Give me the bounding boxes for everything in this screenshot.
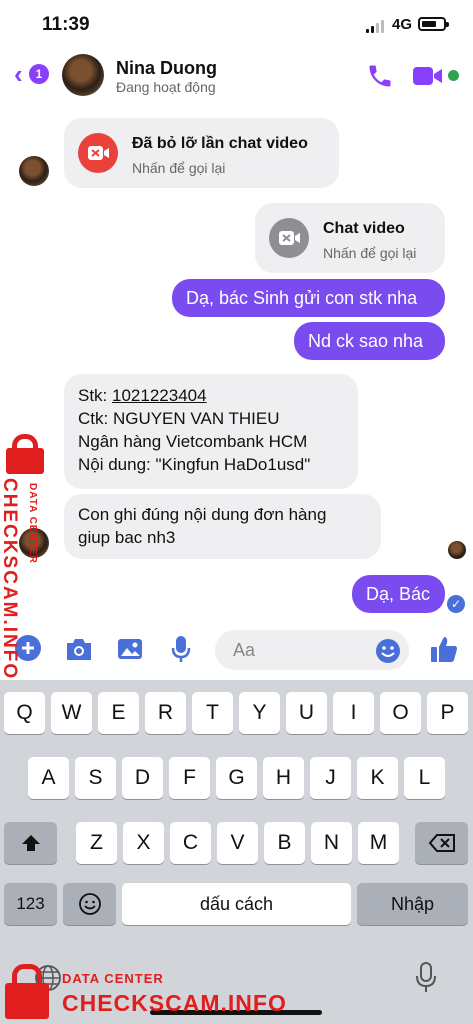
call-subtitle: Nhấn để gọi lại	[132, 160, 226, 176]
call-title: Đã bỏ lỡ lần chat video	[132, 135, 308, 152]
numbers-key[interactable]: 123	[4, 883, 57, 925]
key-b[interactable]: B	[264, 822, 305, 864]
gallery-icon[interactable]	[116, 636, 144, 662]
unread-badge[interactable]: 1	[29, 64, 49, 84]
missed-call-bubble[interactable]: Đã bỏ lỡ lần chat video Nhấn để gọi lại	[64, 118, 339, 188]
key-a[interactable]: A	[28, 757, 69, 799]
key-m[interactable]: M	[358, 822, 399, 864]
message-input-placeholder: Aa	[233, 640, 256, 660]
key-n[interactable]: N	[311, 822, 352, 864]
status-bar: 11:39 4G	[0, 0, 473, 50]
backspace-icon	[428, 834, 455, 853]
watermark-lock-body	[5, 983, 49, 1019]
contact-name[interactable]: Nina Duong	[116, 58, 217, 79]
stk-label: Stk:	[78, 386, 113, 405]
watermark-bottom-small: DATA CENTER	[62, 971, 164, 986]
key-r[interactable]: R	[145, 692, 186, 734]
key-k[interactable]: K	[357, 757, 398, 799]
key-z[interactable]: Z	[76, 822, 117, 864]
message-line: Con ghi đúng nội dung đơn hàng	[78, 505, 327, 524]
battery-icon	[418, 17, 449, 31]
key-h[interactable]: H	[263, 757, 304, 799]
cellular-signal-icon	[366, 19, 386, 33]
video-call-bubble[interactable]: Chat video Nhấn để gọi lại	[255, 203, 445, 273]
shift-key[interactable]	[4, 822, 57, 864]
return-key[interactable]: Nhập	[357, 883, 468, 925]
account-number-link[interactable]: 1021223404	[112, 386, 207, 405]
key-v[interactable]: V	[217, 822, 258, 864]
shift-icon	[21, 835, 40, 852]
camera-icon[interactable]	[64, 636, 94, 662]
dictation-mic-icon[interactable]	[414, 961, 438, 995]
incoming-message[interactable]: Con ghi đúng nội dung đơn hàng giup bac …	[64, 494, 381, 559]
key-w[interactable]: W	[51, 692, 92, 734]
video-camera-icon[interactable]	[412, 64, 444, 88]
microphone-icon[interactable]	[170, 634, 192, 664]
key-d[interactable]: D	[122, 757, 163, 799]
key-f[interactable]: F	[169, 757, 210, 799]
backspace-key[interactable]	[415, 822, 468, 864]
space-key[interactable]: dấu cách	[122, 883, 351, 925]
watermark-vertical: CHECKSCAM.INFO	[0, 478, 20, 681]
status-time: 11:39	[42, 14, 90, 35]
back-chevron-icon[interactable]: ‹	[14, 61, 23, 87]
key-s[interactable]: S	[75, 757, 116, 799]
key-u[interactable]: U	[286, 692, 327, 734]
key-j[interactable]: J	[310, 757, 351, 799]
sent-check-icon: ✓	[447, 595, 465, 613]
key-o[interactable]: O	[380, 692, 421, 734]
key-x[interactable]: X	[123, 822, 164, 864]
key-l[interactable]: L	[404, 757, 445, 799]
message-line: giup bac nh3	[78, 528, 176, 547]
key-y[interactable]: Y	[239, 692, 280, 734]
message-line: Stk: 1021223404	[78, 384, 344, 407]
watermark-vertical-small: DATA CENTER	[27, 483, 38, 564]
contact-avatar-small	[19, 156, 49, 186]
seen-avatar	[448, 541, 466, 559]
key-p[interactable]: P	[427, 692, 468, 734]
thumbs-up-icon[interactable]	[429, 634, 459, 664]
network-type: 4G	[392, 16, 413, 33]
video-call-icon	[269, 218, 309, 258]
message-line: Ctk: NGUYEN VAN THIEU	[78, 409, 280, 428]
call-title: Chat video	[323, 220, 405, 237]
key-t[interactable]: T	[192, 692, 233, 734]
watermark-bottom: CHECKSCAM.INFO	[62, 990, 287, 1016]
key-c[interactable]: C	[170, 822, 211, 864]
key-e[interactable]: E	[98, 692, 139, 734]
active-dot	[448, 70, 459, 81]
incoming-message-bank-details[interactable]: Stk: 1021223404 Ctk: NGUYEN VAN THIEU Ng…	[64, 374, 358, 489]
outgoing-message[interactable]: Nd ck sao nha	[294, 322, 445, 360]
call-subtitle: Nhấn để gọi lại	[323, 245, 417, 261]
contact-avatar[interactable]	[62, 54, 104, 96]
missed-video-call-icon	[78, 133, 118, 173]
phone-icon[interactable]	[366, 62, 394, 90]
key-g[interactable]: G	[216, 757, 257, 799]
message-line: Nội dung: "Kingfun HaDo1usd"	[78, 455, 311, 474]
message-line: Ngân hàng Vietcombank HCM	[78, 432, 308, 451]
outgoing-message[interactable]: Dạ, Bác	[352, 575, 445, 613]
emoji-icon	[78, 893, 101, 916]
emoji-icon[interactable]	[375, 638, 401, 664]
key-i[interactable]: I	[333, 692, 374, 734]
presence-status: Đang hoạt động	[116, 79, 216, 95]
emoji-key[interactable]	[63, 883, 116, 925]
key-q[interactable]: Q	[4, 692, 45, 734]
watermark-lock-body	[6, 448, 44, 474]
outgoing-message[interactable]: Dạ, bác Sinh gửi con stk nha	[172, 279, 445, 317]
